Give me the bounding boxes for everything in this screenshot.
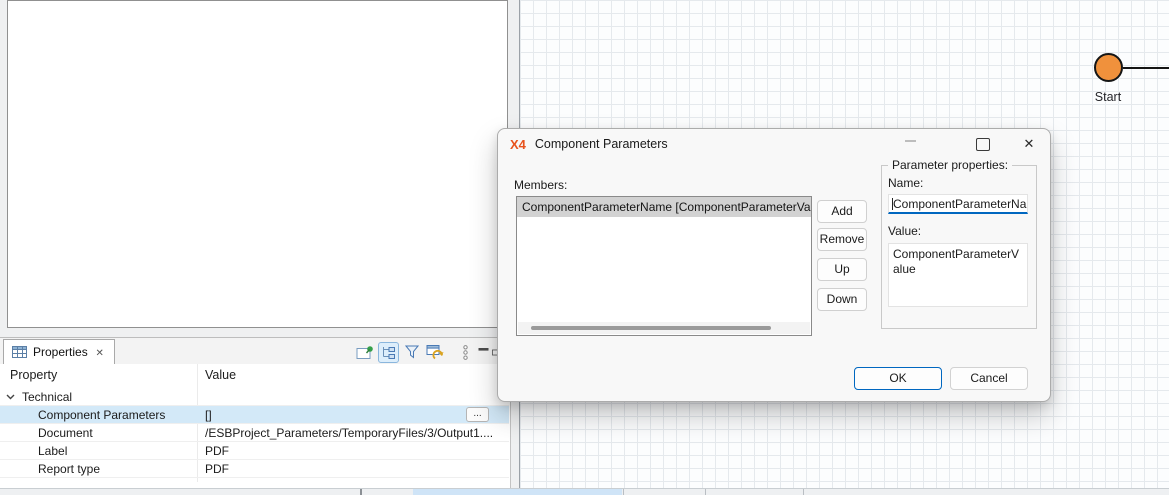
maximize-icon[interactable] xyxy=(972,134,994,154)
property-value: /ESBProject_Parameters/TemporaryFiles/3/… xyxy=(205,424,505,442)
trim-divider xyxy=(803,489,804,495)
property-name: Technical xyxy=(22,388,72,406)
column-value: Value xyxy=(205,368,236,382)
component-parameters-dialog: X4 Component Parameters Members: Compone… xyxy=(497,128,1051,402)
connector-start-mapping xyxy=(1123,67,1169,69)
x4-designer-window: Start ! C Mapping xyxy=(0,0,1169,495)
property-name: Component Parameters xyxy=(38,406,165,424)
parameter-properties-group: Parameter properties: Name: ComponentPar… xyxy=(881,165,1037,329)
filter-icon[interactable] xyxy=(402,342,422,362)
property-value: PDF xyxy=(205,460,505,478)
node-start-label: Start xyxy=(1080,89,1136,105)
members-list[interactable]: ComponentParameterName [ComponentParamet… xyxy=(516,196,812,336)
column-property: Property xyxy=(10,368,57,382)
property-row-technical[interactable]: Technical xyxy=(0,388,509,406)
properties-view: Properties xyxy=(0,337,511,488)
chevron-down-icon[interactable] xyxy=(6,394,15,400)
close-tab-icon[interactable] xyxy=(94,345,106,359)
member-list-item[interactable]: ComponentParameterName [ComponentParamet… xyxy=(517,197,811,217)
dialog-title-bar[interactable]: X4 Component Parameters xyxy=(498,129,1050,159)
property-name: Document xyxy=(38,424,93,442)
editor-area[interactable] xyxy=(7,0,508,328)
properties-table-header: Property Value xyxy=(0,364,510,388)
restore-default-icon[interactable] xyxy=(424,342,446,362)
minimize-icon[interactable] xyxy=(899,134,921,154)
tab-properties[interactable]: Properties xyxy=(3,339,115,364)
trim-divider xyxy=(705,489,706,495)
view-menu-icon[interactable] xyxy=(459,342,471,362)
property-row-document[interactable]: Document /ESBProject_Parameters/Temporar… xyxy=(0,424,509,442)
x4-logo: X4 xyxy=(510,137,526,152)
bottom-trim-bar xyxy=(0,488,1169,495)
node-start[interactable] xyxy=(1094,53,1123,82)
add-button[interactable]: Add xyxy=(817,200,867,223)
value-label: Value: xyxy=(888,224,1030,238)
properties-tab-label: Properties xyxy=(33,345,88,359)
property-value: PDF xyxy=(205,442,505,460)
properties-tab-bar: Properties xyxy=(0,338,510,364)
horizontal-scrollbar[interactable] xyxy=(518,322,810,334)
cancel-button[interactable]: Cancel xyxy=(950,367,1028,390)
properties-table-icon xyxy=(12,346,27,358)
property-row-report-type[interactable]: Report type PDF xyxy=(0,460,509,478)
trim-divider xyxy=(623,489,624,495)
close-icon[interactable] xyxy=(1018,134,1040,154)
edit-value-button[interactable]: ... xyxy=(466,407,489,422)
minimize-view-icon[interactable] xyxy=(475,342,491,362)
pin-view-icon[interactable] xyxy=(354,342,376,362)
hscrollbar-thumb[interactable] xyxy=(413,489,622,495)
trim-divider xyxy=(360,489,362,495)
name-label: Name: xyxy=(888,176,1030,190)
down-button[interactable]: Down xyxy=(817,288,867,311)
dialog-title: Component Parameters xyxy=(535,137,668,151)
scrollbar-thumb[interactable] xyxy=(531,326,771,330)
property-name: Report type xyxy=(38,460,100,478)
property-row-component-parameters[interactable]: Component Parameters [] ... xyxy=(0,406,509,424)
show-categories-icon[interactable] xyxy=(378,342,399,363)
value-field[interactable]: ComponentParameterValue xyxy=(888,243,1028,307)
property-row-label[interactable]: Label PDF xyxy=(0,442,509,460)
up-button[interactable]: Up xyxy=(817,258,867,281)
ok-button[interactable]: OK xyxy=(854,367,942,390)
property-value: [] xyxy=(205,406,461,424)
name-field[interactable]: ComponentParameterName xyxy=(888,194,1028,214)
property-name: Label xyxy=(38,442,67,460)
parameter-properties-legend: Parameter properties: xyxy=(888,158,1012,172)
remove-button[interactable]: Remove xyxy=(817,228,867,251)
members-label: Members: xyxy=(514,178,567,192)
